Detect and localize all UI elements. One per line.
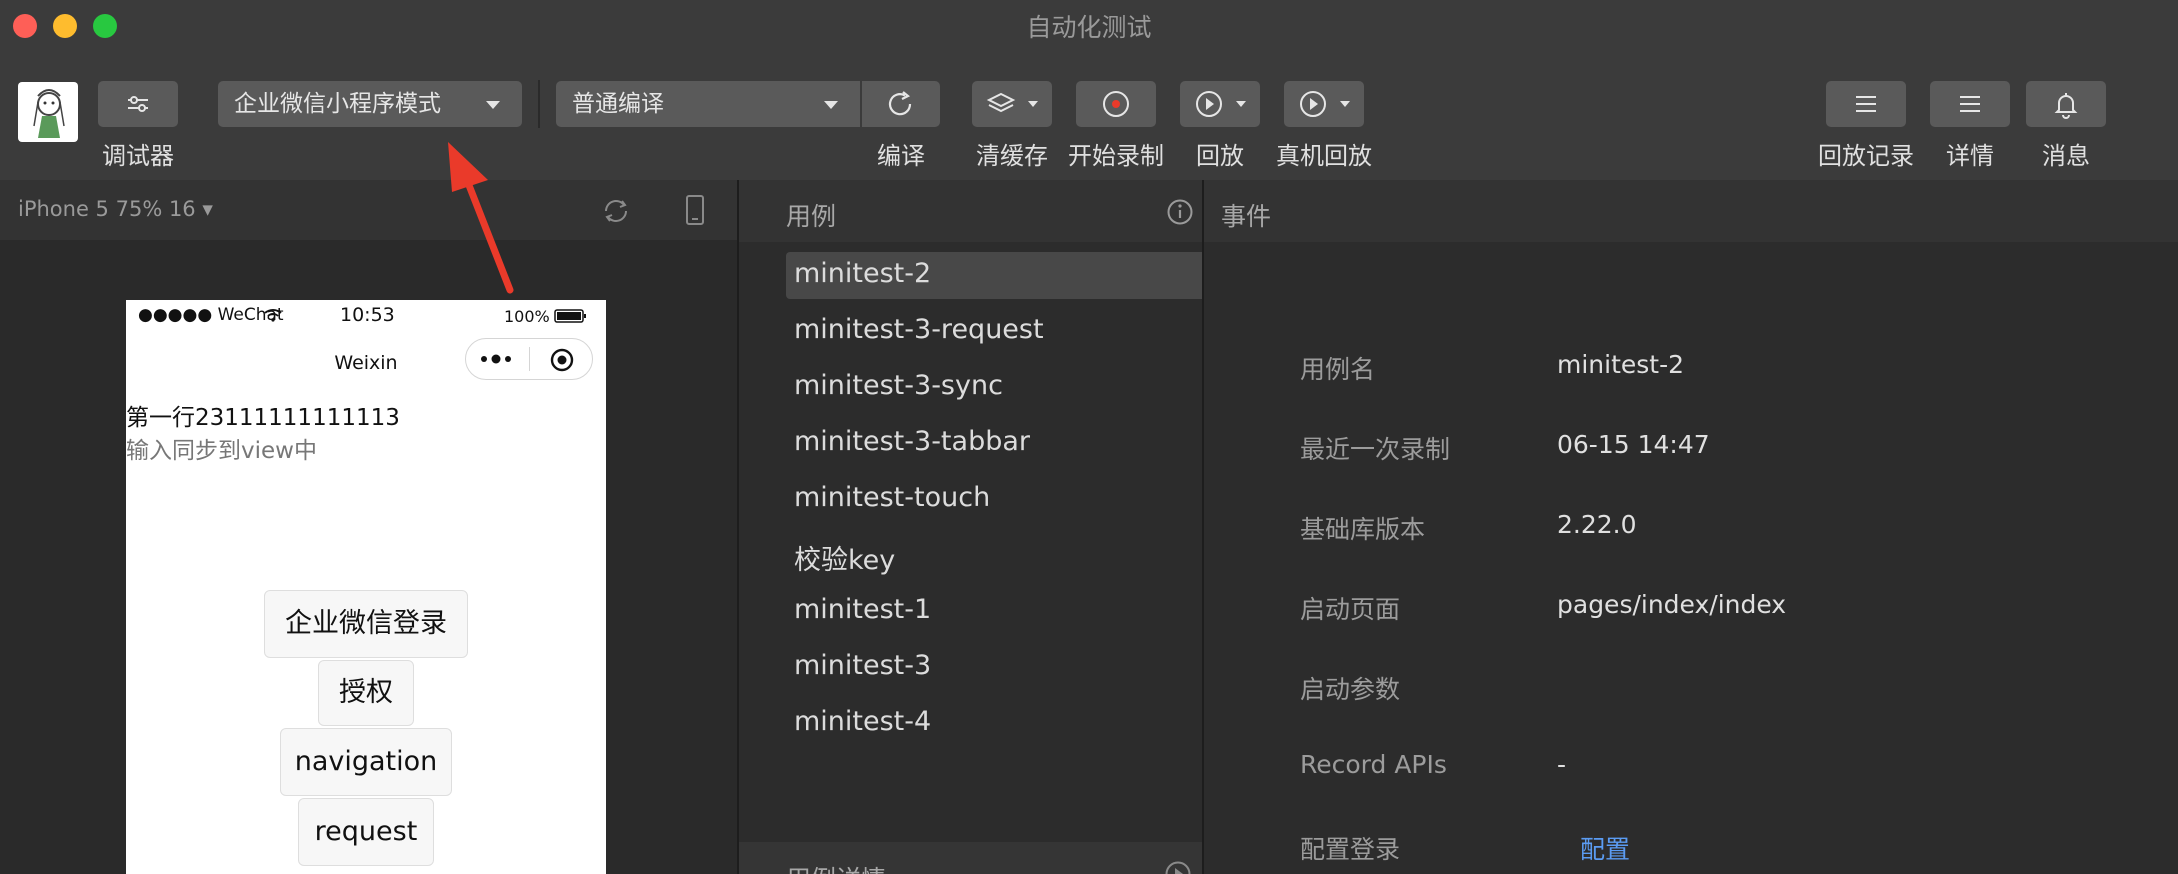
details-button[interactable]	[1930, 81, 2010, 127]
start-record-button[interactable]	[1076, 81, 1156, 127]
mode-select[interactable]: 企业微信小程序模式	[218, 81, 522, 127]
clear-cache-button[interactable]	[972, 81, 1052, 127]
capsule-menu[interactable]	[465, 338, 593, 380]
device-replay-label: 真机回放	[1276, 142, 1372, 170]
settings-sliders-icon	[128, 96, 148, 112]
replay-label: 回放	[1196, 142, 1244, 170]
event-value: 2.22.0	[1557, 510, 1637, 539]
mode-select-value: 企业微信小程序模式	[234, 91, 441, 117]
capsule-divider	[529, 347, 530, 371]
configure-login-link[interactable]: 配置	[1580, 830, 1630, 866]
play-icon	[1165, 861, 1191, 874]
record-icon	[1103, 91, 1129, 117]
event-key: 用例名	[1300, 355, 1376, 384]
chevron-down-icon	[1028, 101, 1038, 107]
events-header	[1204, 180, 2178, 242]
event-key: 最近一次录制	[1300, 435, 1451, 464]
wework-login-button[interactable]: 企业微信登录	[264, 590, 468, 658]
content-line-1: 第一行23111111111113	[126, 405, 400, 431]
event-key: 配置登录	[1300, 835, 1401, 864]
compile-select[interactable]: 普通编译	[556, 81, 860, 127]
target-icon[interactable]	[549, 347, 575, 373]
device-select[interactable]: iPhone 5 75% 16 ▾	[18, 197, 213, 221]
more-dots-icon[interactable]	[479, 352, 513, 366]
list-icon	[1856, 96, 1876, 112]
list-icon	[1960, 96, 1980, 112]
toolbar-divider	[538, 80, 540, 128]
debugger-button[interactable]	[98, 81, 178, 127]
event-key: 启动页面	[1300, 595, 1401, 624]
layers-icon	[986, 92, 1016, 113]
device-replay-button[interactable]	[1284, 81, 1364, 127]
event-key: 基础库版本	[1300, 515, 1426, 544]
avatar[interactable]	[18, 82, 78, 142]
info-icon[interactable]	[1166, 198, 1194, 226]
compile-button[interactable]	[862, 81, 940, 127]
rotate-icon[interactable]	[600, 196, 632, 226]
chevron-down-icon	[486, 101, 500, 109]
phone-icon[interactable]	[684, 194, 706, 226]
details-label: 详情	[1946, 142, 1994, 170]
status-time: 10:53	[340, 304, 395, 326]
battery-icon	[554, 309, 586, 323]
compile-label: 编译	[877, 142, 925, 170]
case-details-title: 用例详情	[786, 860, 886, 874]
case-item[interactable]: minitest-3-sync	[794, 370, 1003, 401]
navigation-button[interactable]: navigation	[280, 728, 452, 796]
event-value: pages/index/index	[1557, 590, 1787, 619]
status-battery: 100%	[504, 307, 550, 326]
clear-cache-label: 清缓存	[976, 142, 1048, 170]
play-icon	[1300, 91, 1326, 117]
replay-history-label: 回放记录	[1818, 142, 1914, 170]
cases-header-title: 用例	[786, 202, 837, 231]
debugger-label: 调试器	[102, 142, 174, 170]
events-area	[1204, 242, 2178, 874]
case-item[interactable]: 校验key	[794, 538, 895, 577]
replay-history-button[interactable]	[1826, 81, 1906, 127]
annotation-arrow	[448, 142, 514, 294]
request-button[interactable]: request	[298, 798, 434, 866]
chevron-down-icon	[824, 101, 838, 109]
play-icon	[1196, 91, 1222, 117]
window-title: 自动化测试	[1026, 13, 1152, 42]
compile-select-value: 普通编译	[572, 91, 664, 117]
case-item[interactable]: minitest-touch	[794, 482, 990, 513]
wifi-icon	[264, 309, 282, 322]
event-value: -	[1557, 750, 1567, 779]
replay-button[interactable]	[1180, 81, 1260, 127]
bell-icon	[2054, 93, 2078, 119]
case-item[interactable]: minitest-3	[794, 650, 931, 681]
authorize-button[interactable]: 授权	[318, 660, 414, 726]
case-item[interactable]: minitest-3-tabbar	[794, 426, 1030, 457]
event-key: 启动参数	[1300, 675, 1401, 704]
content-input[interactable]: 输入同步到view中	[126, 431, 317, 465]
event-value: minitest-2	[1557, 350, 1685, 379]
event-key: Record APIs	[1300, 750, 1447, 779]
case-details-header[interactable]: 用例详情	[739, 842, 1202, 874]
case-item[interactable]: minitest-2	[794, 258, 931, 289]
case-item[interactable]: minitest-3-request	[794, 314, 1044, 345]
messages-button[interactable]	[2026, 81, 2106, 127]
status-carrier: ●●●●● WeChat	[138, 305, 284, 325]
events-header-title: 事件	[1221, 202, 1272, 231]
refresh-icon	[888, 91, 912, 116]
chevron-down-icon	[1340, 101, 1350, 107]
phone-screen: ●●●●● WeChat 10:53 100% Weixin 第一行231111…	[126, 300, 606, 874]
start-record-label: 开始录制	[1068, 142, 1164, 170]
event-value: 06-15 14:47	[1557, 430, 1710, 459]
chevron-down-icon	[1236, 101, 1246, 107]
case-item[interactable]: minitest-1	[794, 594, 931, 625]
messages-label: 消息	[2042, 142, 2090, 170]
case-item[interactable]: minitest-4	[794, 706, 931, 737]
